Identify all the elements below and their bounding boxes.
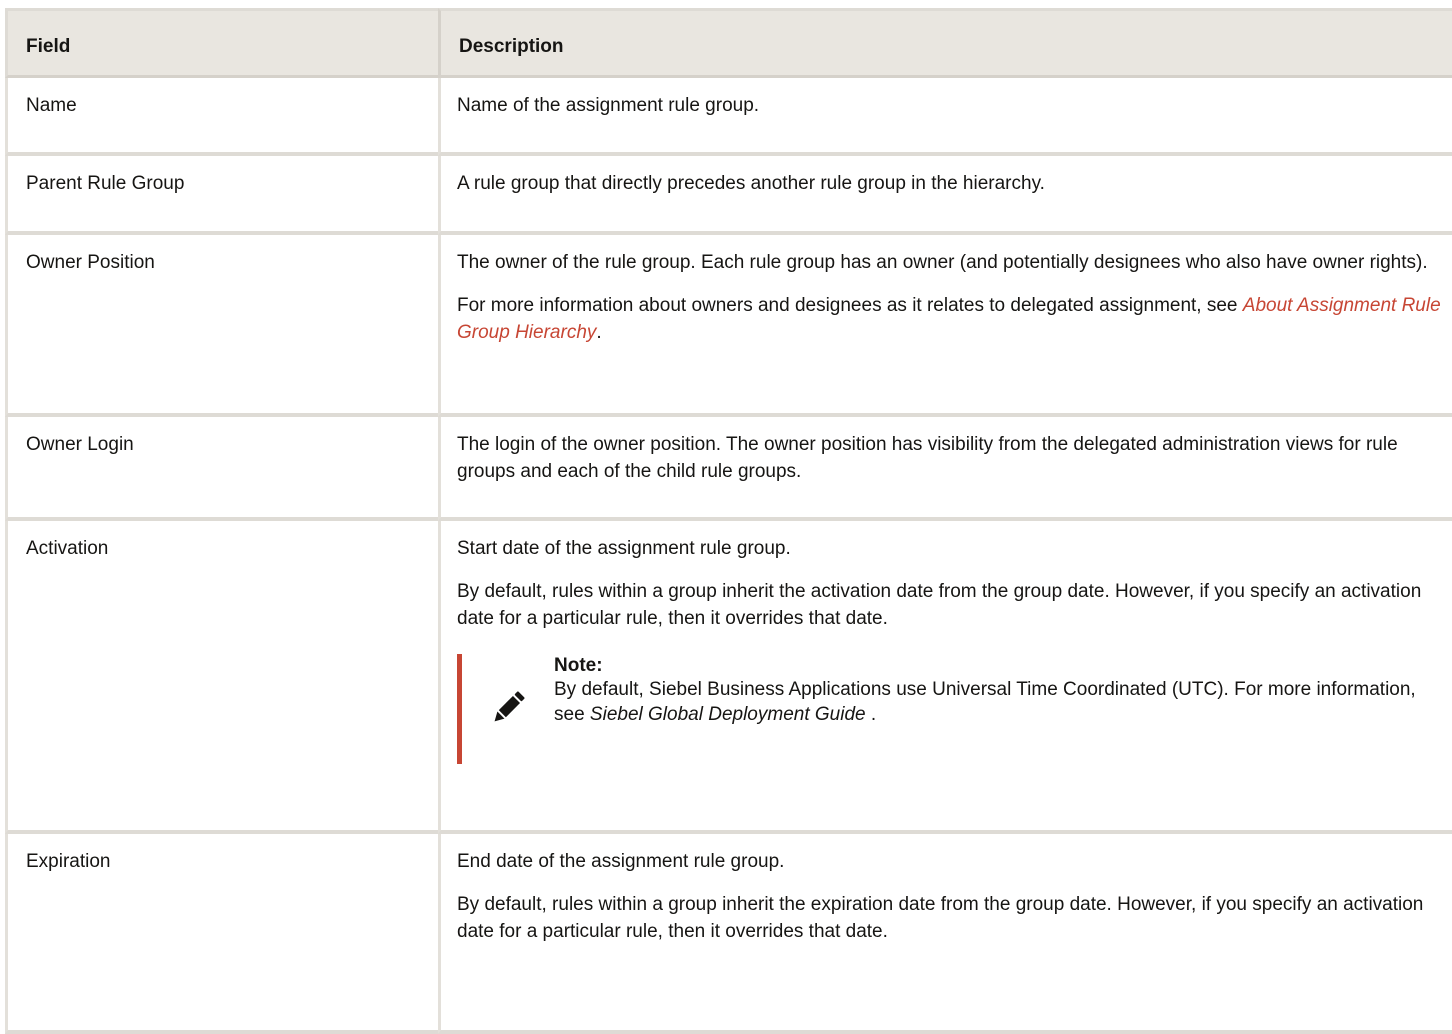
description-paragraph: Name of the assignment rule group. [457, 95, 760, 116]
description-paragraph: By default, rules within a group inherit… [457, 894, 1424, 942]
note-guide-reference: Siebel Global Deployment Guide [589, 704, 866, 725]
description-paragraph: End date of the assignment rule group. [457, 851, 785, 872]
description-cell: Start date of the assignment rule group.… [438, 521, 1452, 834]
field-cell: Activation [5, 521, 438, 834]
description-paragraph: By default, rules within a group inherit… [457, 581, 1422, 629]
description-cell: Name of the assignment rule group. [438, 78, 1452, 156]
table-row: Owner Position The owner of the rule gro… [5, 235, 1452, 417]
description-paragraph: The login of the owner position. The own… [457, 434, 1398, 482]
header-row: Field Description [5, 8, 1452, 78]
column-header-field: Field [5, 8, 438, 78]
table-header: Field Description [5, 8, 1452, 78]
description-paragraph: A rule group that directly precedes anot… [457, 173, 1045, 194]
table-row: Name Name of the assignment rule group. [5, 78, 1452, 156]
field-cell: Owner Login [5, 417, 438, 521]
table-body: Name Name of the assignment rule group. … [5, 78, 1452, 1034]
description-cell: The login of the owner position. The own… [438, 417, 1452, 521]
table-row: Expiration End date of the assignment ru… [5, 834, 1452, 1034]
description-paragraph-with-link: For more information about owners and de… [457, 292, 1449, 346]
note-title: Note: [554, 655, 603, 676]
description-cell: End date of the assignment rule group. B… [438, 834, 1452, 1034]
table-row: Activation Start date of the assignment … [5, 521, 1452, 834]
note-callout: Note: By default, Siebel Business Applic… [457, 654, 1449, 764]
note-body: By default, Siebel Business Applications… [554, 677, 1449, 727]
note-text-end: . [865, 704, 877, 725]
field-cell: Parent Rule Group [5, 156, 438, 235]
field-description-table-container: Field Description Name Name of the assig… [5, 8, 1452, 1034]
field-cell: Owner Position [5, 235, 438, 417]
description-cell: A rule group that directly precedes anot… [438, 156, 1452, 235]
description-paragraph: Start date of the assignment rule group. [457, 538, 791, 559]
table-row: Parent Rule Group A rule group that dire… [5, 156, 1452, 235]
pencil-icon [488, 688, 528, 728]
table-row: Owner Login The login of the owner posit… [5, 417, 1452, 521]
link-trailing-text: . [596, 322, 602, 343]
column-header-description: Description [438, 8, 1452, 78]
field-description-table: Field Description Name Name of the assig… [5, 8, 1452, 1034]
description-cell: The owner of the rule group. Each rule g… [438, 235, 1452, 417]
field-cell: Expiration [5, 834, 438, 1034]
link-lead-text: For more information about owners and de… [457, 295, 1243, 316]
field-cell: Name [5, 78, 438, 156]
description-paragraph: The owner of the rule group. Each rule g… [457, 252, 1428, 273]
